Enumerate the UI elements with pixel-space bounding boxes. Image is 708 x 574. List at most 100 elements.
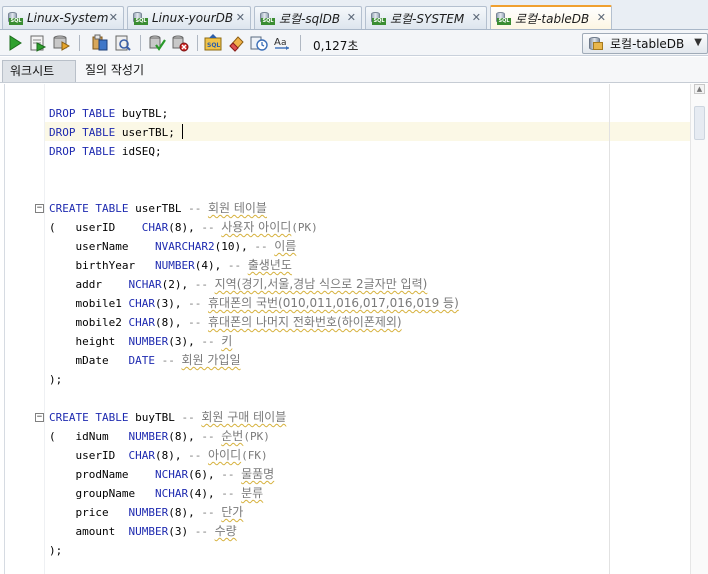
connection-db-icon bbox=[588, 36, 604, 51]
code-line: mobile2 CHAR(8), -- 휴대폰의 나머지 전화번호(하이폰제외) bbox=[49, 313, 402, 332]
sql-editor[interactable]: DROP TABLE buyTBL; DROP TABLE userTBL; DRO… bbox=[0, 84, 708, 574]
tab-worksheet[interactable]: 워크시트 bbox=[2, 60, 76, 82]
sql-comment: -- bbox=[201, 335, 222, 348]
history-icon[interactable] bbox=[250, 34, 268, 52]
scrollbar-thumb[interactable] bbox=[694, 106, 705, 140]
code-line: DROP TABLE userTBL; bbox=[49, 123, 175, 142]
sql-keyword: NUMBER bbox=[128, 525, 169, 538]
sql-text: (2), bbox=[161, 278, 195, 291]
sql-text: buyTBL; bbox=[121, 107, 169, 120]
tab-label: 로컬-SYSTEM bbox=[390, 11, 465, 26]
sql-keyword: NUMBER bbox=[128, 430, 169, 443]
chevron-down-icon[interactable]: ▼ bbox=[694, 37, 702, 48]
tab-label: 로컬-sqlDB bbox=[279, 11, 341, 26]
svg-text:SQL: SQL bbox=[207, 42, 220, 49]
code-line: DROP TABLE idSEQ; bbox=[49, 142, 162, 161]
sql-text: ); bbox=[49, 544, 63, 557]
tab-local-tabledb[interactable]: SQL 로컬-tableDB ✕ bbox=[490, 5, 612, 29]
sql-comment: (PK) bbox=[243, 430, 270, 443]
fold-toggle-icon[interactable]: − bbox=[35, 204, 44, 213]
close-icon[interactable]: ✕ bbox=[472, 11, 481, 24]
sql-worksheet-icon: SQL bbox=[7, 11, 24, 25]
tab-local-system[interactable]: SQL 로컬-SYSTEM ✕ bbox=[365, 6, 487, 29]
connection-select[interactable]: 로컬-tableDB ▼ bbox=[582, 33, 708, 54]
sql-text: (8), bbox=[168, 430, 202, 443]
code-line: ); bbox=[49, 541, 62, 560]
sql-text: (8), bbox=[168, 506, 202, 519]
clear-icon[interactable] bbox=[227, 34, 245, 52]
code-line: DROP TABLE buyTBL; bbox=[49, 104, 168, 123]
format-icon[interactable]: A a bbox=[273, 34, 291, 52]
sql-keyword: NUMBER bbox=[128, 506, 169, 519]
toolbar-separator bbox=[197, 35, 198, 51]
sql-comment: 출생년도 bbox=[247, 258, 292, 272]
code-line: height NUMBER(3), -- 키 bbox=[49, 332, 232, 351]
tab-linux-yourdb[interactable]: SQL Linux-yourDB ✕ bbox=[127, 6, 251, 29]
sql-text: userName bbox=[49, 240, 155, 253]
sql-text: idSEQ; bbox=[121, 145, 162, 158]
run-script-icon[interactable] bbox=[29, 34, 47, 52]
code-line: ( userID CHAR(8), -- 사용자 아이디(PK) bbox=[49, 218, 318, 237]
sql-text: height bbox=[49, 335, 129, 348]
sql-text: amount bbox=[49, 525, 129, 538]
sql-comment: -- bbox=[194, 525, 215, 538]
sql-text: (3), bbox=[168, 335, 202, 348]
sql-keyword: NUMBER bbox=[128, 335, 169, 348]
sql-keyword: NVARCHAR2 bbox=[154, 240, 215, 253]
sql-text: ( userID bbox=[49, 221, 142, 234]
sql-keyword: DATE bbox=[128, 354, 155, 367]
sql-comment: (PK) bbox=[291, 221, 318, 234]
autotrace-icon[interactable] bbox=[114, 34, 132, 52]
close-icon[interactable]: ✕ bbox=[236, 11, 245, 24]
sql-comment: 회원 구매 테이블 bbox=[201, 410, 287, 424]
text-caret bbox=[182, 124, 183, 139]
sql-comment: 회원 가입일 bbox=[181, 353, 241, 367]
fold-toggle-icon[interactable]: − bbox=[35, 413, 44, 422]
commit-check-icon[interactable] bbox=[148, 34, 166, 52]
editor-tab-strip: SQL Linux-System ✕ SQL Linux-yourDB ✕ SQ… bbox=[0, 0, 708, 30]
sql-text: (8), bbox=[168, 221, 202, 234]
toolbar-separator bbox=[140, 35, 141, 51]
tab-local-sqldb[interactable]: SQL 로컬-sqlDB ✕ bbox=[254, 6, 362, 29]
vertical-scrollbar[interactable]: ▲ bbox=[690, 84, 708, 574]
commit-icon[interactable] bbox=[52, 34, 70, 52]
sql-keyword: DROP TABLE bbox=[49, 126, 122, 139]
sql-text: groupName bbox=[49, 487, 155, 500]
sql-comment: -- bbox=[161, 354, 182, 367]
explain-plan-icon[interactable] bbox=[91, 34, 109, 52]
sql-comment: 분류 bbox=[241, 486, 264, 500]
code-line: ); bbox=[49, 370, 62, 389]
sql-comment: -- bbox=[188, 316, 208, 329]
scroll-up-icon[interactable]: ▲ bbox=[694, 84, 705, 94]
code-line: mobile1 CHAR(3), -- 휴대폰의 국번(010,011,016,… bbox=[49, 294, 458, 313]
sql-keyword: DROP TABLE bbox=[49, 145, 122, 158]
sql-comment: (FK) bbox=[241, 449, 268, 462]
sql-keyword: CREATE TABLE bbox=[49, 202, 136, 215]
code-line: groupName NCHAR(4), -- 분류 bbox=[49, 484, 263, 503]
close-icon[interactable]: ✕ bbox=[597, 11, 606, 24]
sql-text: prodName bbox=[49, 468, 155, 481]
worksheet-subtabs: 워크시트 질의 작성기 bbox=[0, 57, 708, 83]
tab-label: Linux-yourDB bbox=[152, 11, 234, 25]
code-line: prodName NCHAR(6), -- 물품명 bbox=[49, 465, 274, 484]
close-icon[interactable]: ✕ bbox=[109, 11, 118, 24]
sql-comment: 물품명 bbox=[241, 467, 275, 481]
sql-worksheet-icon: SQL bbox=[132, 11, 149, 25]
code-line: ( idNum NUMBER(8), -- 순번(PK) bbox=[49, 427, 270, 446]
close-icon[interactable]: ✕ bbox=[347, 11, 356, 24]
code-line: birthYear NUMBER(4), -- 출생년도 bbox=[49, 256, 292, 275]
rollback-icon[interactable] bbox=[171, 34, 189, 52]
sql-text: birthYear bbox=[49, 259, 155, 272]
code-line: addr NCHAR(2), -- 지역(경기,서울,경남 식으로 2글자만 입… bbox=[49, 275, 427, 294]
tab-label: Linux-System bbox=[27, 11, 109, 25]
tab-query-builder[interactable]: 질의 작성기 bbox=[78, 60, 151, 82]
sql-text: price bbox=[49, 506, 129, 519]
sql-keyword: NCHAR bbox=[154, 468, 189, 481]
sql-worksheet-icon: SQL bbox=[370, 11, 387, 25]
run-statement-icon[interactable] bbox=[6, 34, 24, 52]
tab-label: 로컬-tableDB bbox=[515, 11, 590, 26]
sql-comment: 휴대폰의 나머지 전화번호(하이폰제외) bbox=[207, 315, 402, 329]
tab-linux-system[interactable]: SQL Linux-System ✕ bbox=[2, 6, 124, 29]
sql-tuning-icon[interactable]: SQL bbox=[204, 34, 222, 52]
